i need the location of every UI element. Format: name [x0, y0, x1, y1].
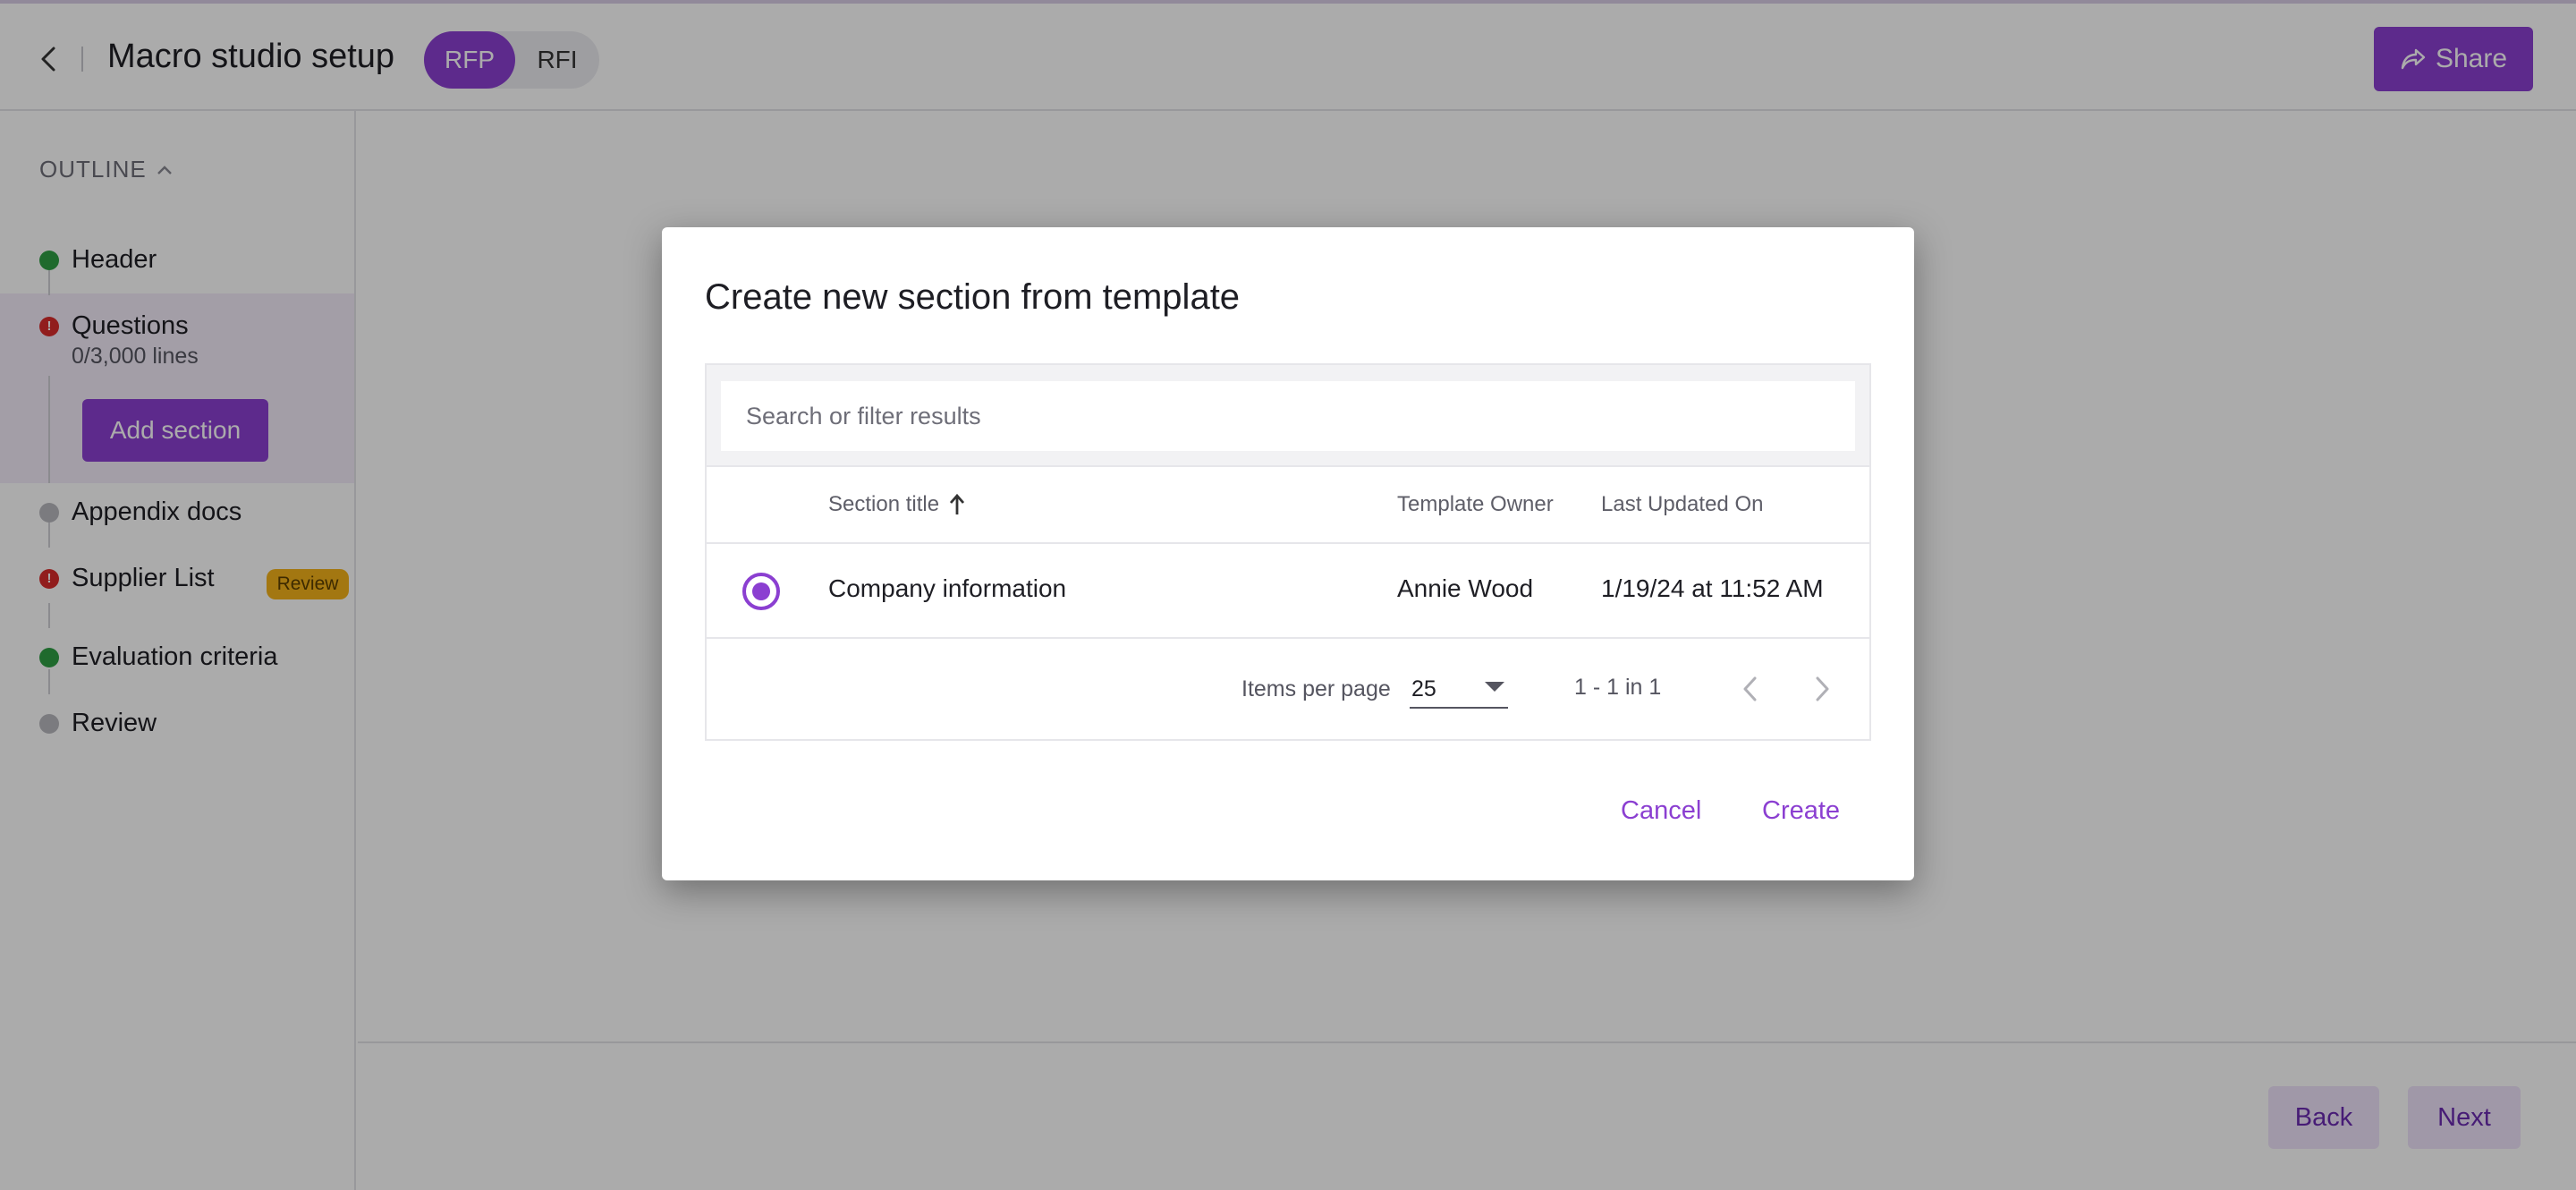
- search-input[interactable]: [721, 381, 1855, 451]
- table-header: Section title Template Owner Last Update…: [707, 467, 1869, 544]
- create-button[interactable]: Create: [1762, 796, 1840, 826]
- cell-last-updated: 1/19/24 at 11:52 AM: [1601, 574, 1824, 602]
- page-range: 1 - 1 in 1: [1574, 675, 1662, 700]
- column-label: Section title: [828, 492, 940, 516]
- table-row[interactable]: Company information Annie Wood 1/19/24 a…: [707, 544, 1869, 639]
- dropdown-caret-icon: [1485, 682, 1504, 692]
- sort-ascending-icon: [950, 493, 965, 514]
- cancel-button[interactable]: Cancel: [1621, 796, 1701, 826]
- items-per-page-select[interactable]: 25: [1410, 671, 1508, 709]
- column-header-section-title[interactable]: Section title: [828, 492, 966, 517]
- template-table: Section title Template Owner Last Update…: [705, 363, 1871, 741]
- column-header-last-updated[interactable]: Last Updated On: [1601, 492, 1763, 517]
- cell-template-owner: Annie Wood: [1397, 574, 1534, 602]
- previous-page-icon[interactable]: [1737, 673, 1764, 705]
- create-section-dialog: Create new section from template Section…: [662, 227, 1914, 880]
- column-label: Last Updated On: [1601, 492, 1764, 516]
- column-label: Template Owner: [1397, 492, 1554, 516]
- radio-selected-dot: [752, 582, 770, 600]
- next-page-icon[interactable]: [1809, 673, 1835, 705]
- column-header-template-owner[interactable]: Template Owner: [1397, 492, 1554, 517]
- items-per-page-value: 25: [1411, 676, 1436, 701]
- pagination: Items per page 25 1 - 1 in 1: [707, 639, 1869, 739]
- app-root: Macro studio setup RFP RFI Share OUTLINE: [0, 0, 2576, 1190]
- row-select-radio[interactable]: [742, 573, 780, 610]
- dialog-title: Create new section from template: [705, 277, 1241, 317]
- items-per-page-label: Items per page: [1241, 676, 1391, 701]
- search-bar: [707, 365, 1869, 467]
- cell-section-title: Company information: [828, 574, 1067, 602]
